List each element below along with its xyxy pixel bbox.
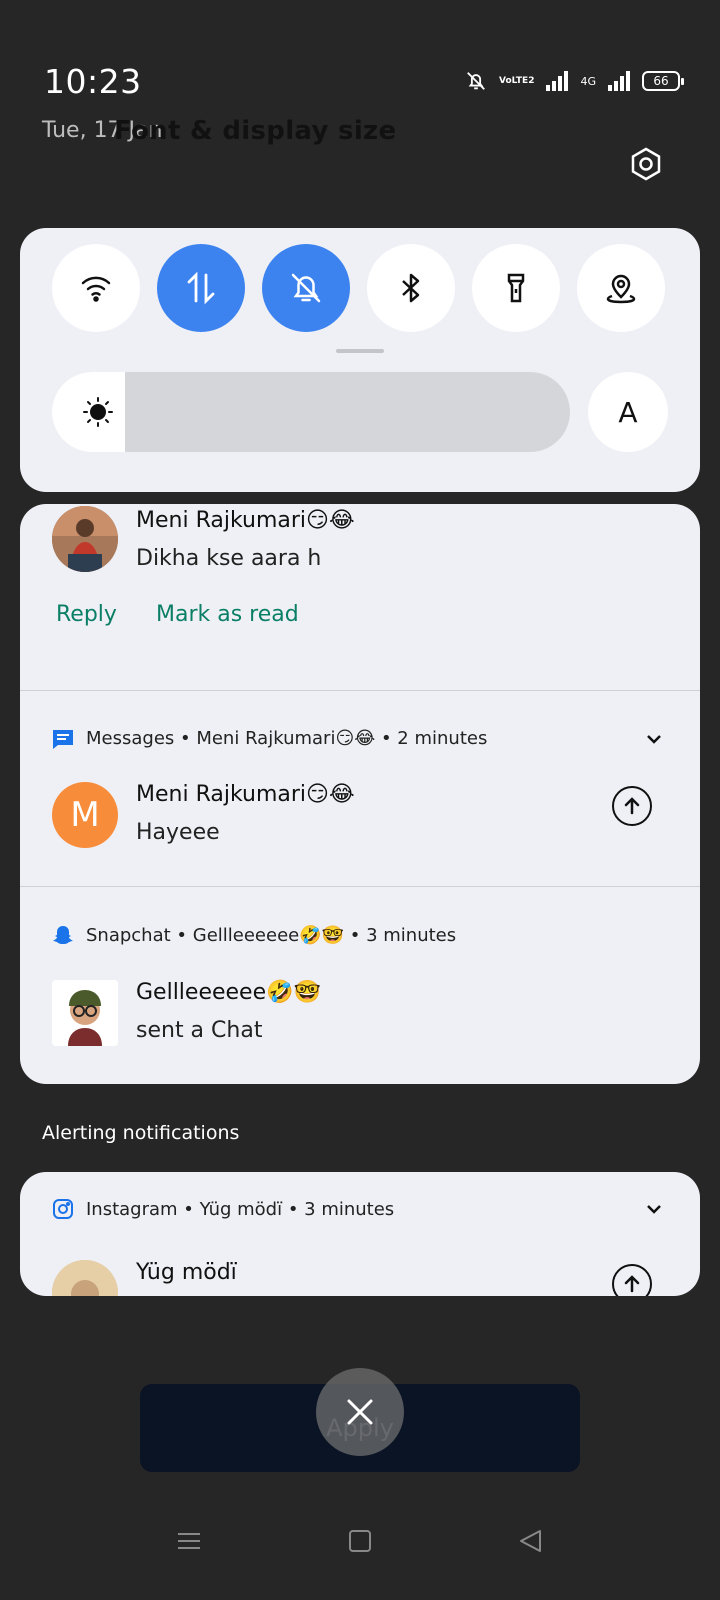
sender-name: Meni Rajkumari😏😂: [136, 508, 355, 533]
navigation-bar: [0, 1520, 720, 1590]
instagram-sender: Yüg mödï: [136, 1260, 237, 1285]
avatar: [52, 506, 118, 572]
arrow-up-icon: [624, 1275, 640, 1293]
snapchat-ghost-icon: [53, 926, 73, 944]
network-type: 4G: [580, 74, 596, 88]
auto-brightness-button[interactable]: A: [588, 372, 668, 452]
close-button[interactable]: [316, 1368, 404, 1456]
instagram-notification[interactable]: Instagram • Yüg mödï • 3 minutes Yüg möd…: [20, 1172, 700, 1296]
mark-as-read-button[interactable]: Mark as read: [156, 602, 299, 627]
instagram-app-header: Instagram • Yüg mödï • 3 minutes: [52, 1198, 394, 1220]
chevron-down-icon[interactable]: [644, 1202, 664, 1216]
close-icon: [347, 1399, 373, 1425]
battery-icon: 66: [642, 71, 684, 91]
alerting-section-label: Alerting notifications: [42, 1122, 240, 1144]
signal-2-icon: [608, 71, 630, 91]
instagram-icon: [53, 1199, 73, 1219]
arrow-up-icon: [624, 797, 640, 815]
snapchat-avatar: [52, 980, 118, 1046]
mobile-data-tile[interactable]: [157, 244, 245, 332]
flashlight-tile[interactable]: [472, 244, 560, 332]
chevron-down-icon[interactable]: [644, 732, 664, 746]
settings-gear-icon[interactable]: [628, 146, 664, 182]
volte-icon: Vo LTE2: [499, 75, 535, 86]
reply-arrow-button[interactable]: [612, 786, 652, 826]
messages-avatar: M: [52, 782, 118, 848]
status-icons: Vo LTE2 4G 66: [465, 70, 684, 92]
quick-settings-panel: A: [20, 228, 700, 492]
reply-arrow-button[interactable]: [612, 1264, 652, 1296]
home-icon[interactable]: [348, 1528, 372, 1554]
message-text: Dikha kse aara h: [136, 546, 322, 571]
bluetooth-tile[interactable]: [367, 244, 455, 332]
snapchat-text: sent a Chat: [136, 1018, 263, 1043]
brightness-slider[interactable]: [52, 372, 570, 452]
messages-sender: Meni Rajkumari😏😂: [136, 782, 355, 807]
silent-tile[interactable]: [262, 244, 350, 332]
messages-header-text: Messages • Meni Rajkumari😏😂 • 2 minutes: [86, 728, 488, 749]
snapchat-sender: Gellleeeeee🤣🤓: [136, 980, 321, 1005]
instagram-avatar: [52, 1260, 118, 1296]
wifi-icon: [81, 276, 111, 302]
messages-text: Hayeee: [136, 820, 220, 845]
brightness-sun-icon: [83, 397, 113, 427]
divider: [20, 886, 700, 887]
signal-1-icon: [546, 71, 569, 91]
snapchat-header-text: Snapchat • Gellleeeeee🤣🤓 • 3 minutes: [86, 924, 457, 946]
menu-icon[interactable]: [176, 1528, 202, 1554]
instagram-header-text: Instagram • Yüg mödï • 3 minutes: [86, 1198, 395, 1220]
messages-app-header: Messages • Meni Rajkumari😏😂 • 2 minutes: [52, 728, 487, 749]
drag-handle[interactable]: [336, 349, 384, 353]
flashlight-icon: [507, 273, 525, 303]
silent-status-icon: [465, 70, 487, 92]
bell-off-icon: [291, 273, 321, 303]
mobile-data-icon: [187, 271, 215, 305]
reply-button[interactable]: Reply: [56, 602, 117, 627]
messages-app-icon: [53, 729, 73, 749]
overlay-title: Font & display size: [114, 116, 397, 146]
back-icon[interactable]: [518, 1528, 544, 1554]
location-tile[interactable]: [577, 244, 665, 332]
notification-card: Meni Rajkumari😏😂 Dikha kse aara h Reply …: [20, 504, 700, 1084]
divider: [20, 690, 700, 691]
snapchat-app-header: Snapchat • Gellleeeeee🤣🤓 • 3 minutes: [52, 924, 456, 946]
bluetooth-icon: [402, 273, 420, 303]
status-time: 10:23: [44, 62, 142, 101]
wifi-tile[interactable]: [52, 244, 140, 332]
location-icon: [606, 274, 636, 304]
